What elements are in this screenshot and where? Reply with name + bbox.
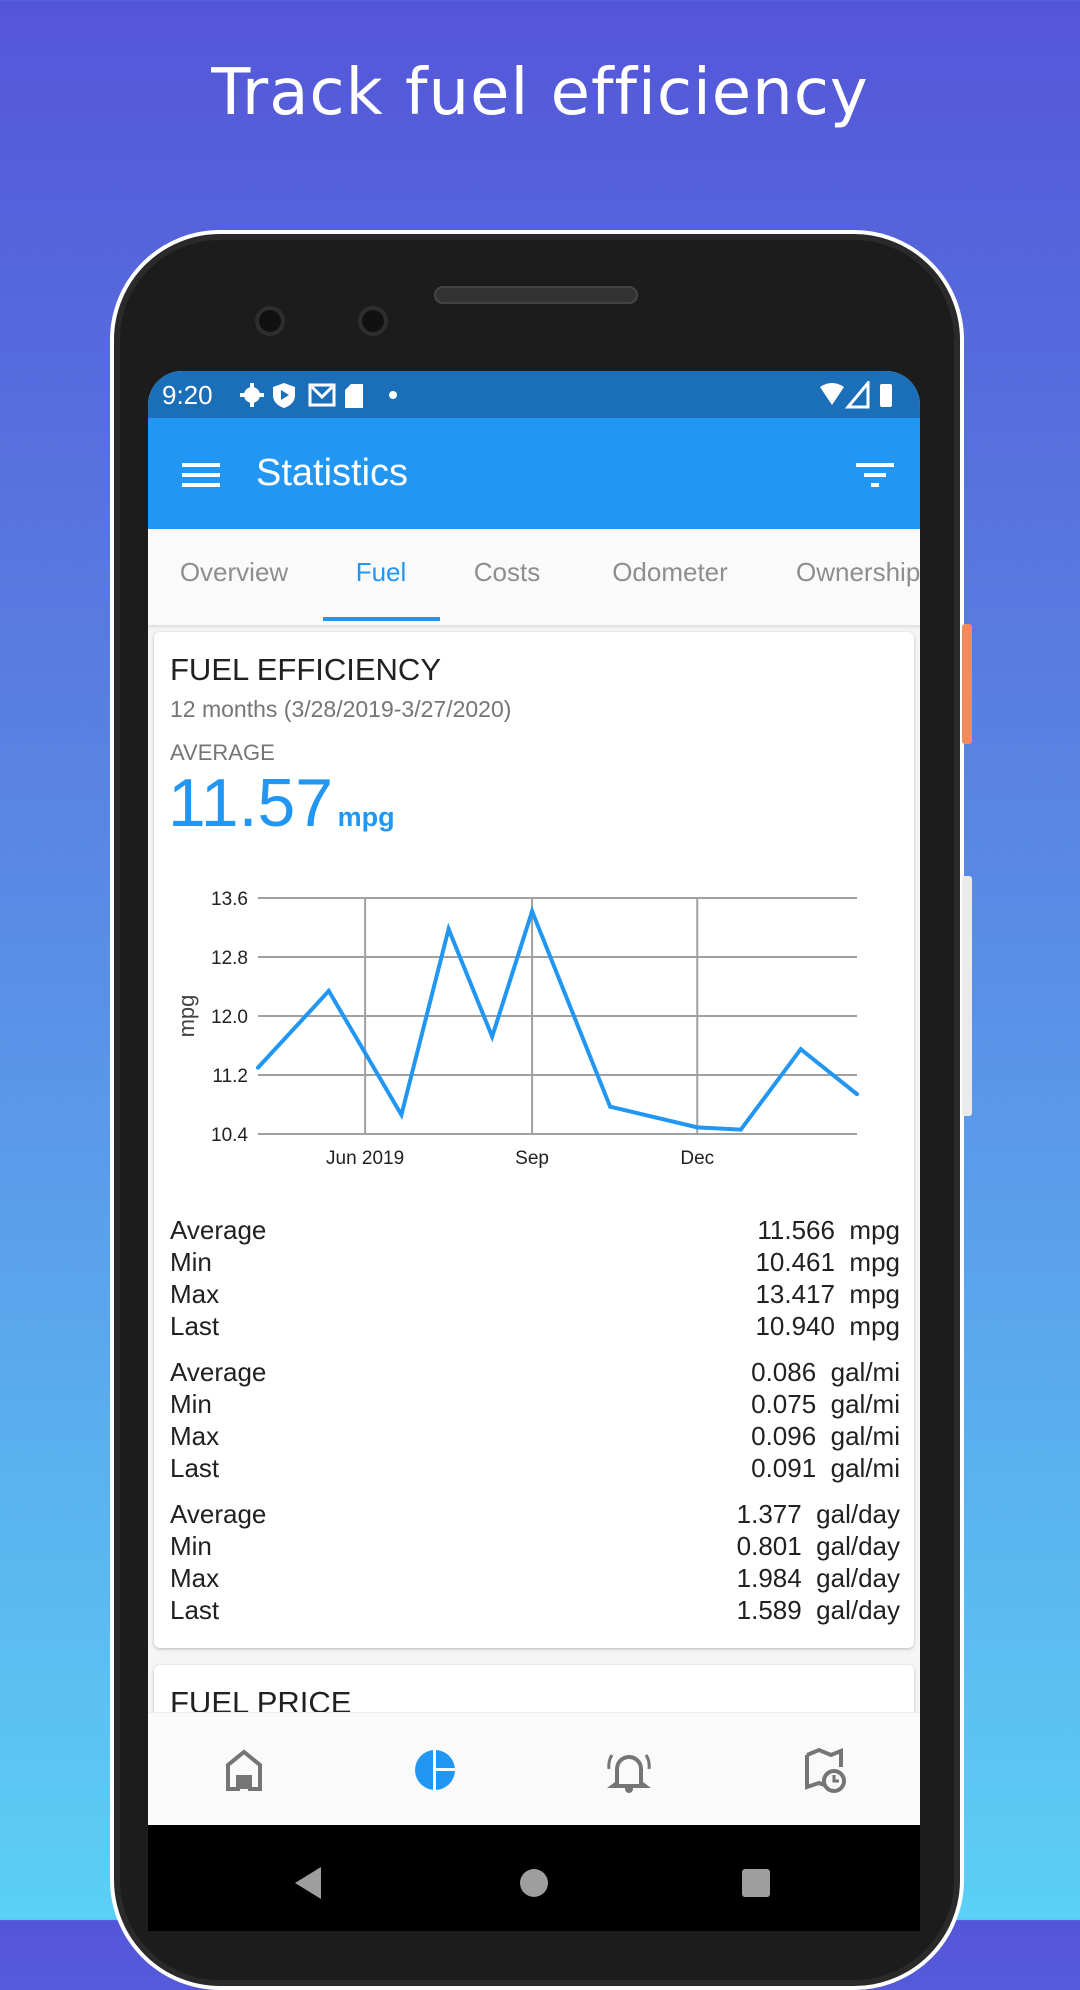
data-point: [326, 988, 331, 993]
data-point: [695, 1125, 700, 1130]
headline: Track fuel efficiency: [211, 56, 869, 130]
tab-fuel[interactable]: Fuel: [356, 557, 407, 588]
stat-row: Max 1.984 gal/day: [170, 1563, 900, 1595]
stat-label: Last: [170, 1453, 220, 1483]
stat-label: Min: [170, 1247, 212, 1277]
stat-row: Min 10.461 mpg: [170, 1247, 900, 1279]
stat-row: Max 0.096 gal/mi: [170, 1421, 900, 1453]
x-tick-label: Dec: [680, 1148, 714, 1169]
stat-row: Max 13.417 mpg: [170, 1279, 900, 1311]
stat-value: 11.566 mpg: [757, 1215, 900, 1245]
stat-label: Max: [170, 1279, 220, 1309]
stat-row: Average 11.566 mpg: [170, 1215, 900, 1247]
data-point: [798, 1047, 803, 1052]
sd-card-icon: [345, 384, 363, 408]
data-point: [256, 1065, 260, 1070]
x-tick-label: Sep: [515, 1148, 549, 1169]
data-point: [530, 909, 535, 914]
data-point: [399, 1112, 404, 1117]
tab-indicator: [323, 617, 440, 621]
phone-camera: [255, 306, 285, 336]
status-time: 9:20: [162, 380, 213, 410]
fuel-efficiency-card: FUEL EFFICIENCY 12 months (3/28/2019-3/2…: [154, 632, 914, 1648]
stat-value: 0.801 gal/day: [736, 1531, 900, 1561]
bottom-nav: [148, 1712, 920, 1825]
mpg-series-line: [256, 905, 859, 1132]
stat-value: 0.086 gal/mi: [751, 1357, 900, 1387]
stat-label: Last: [170, 1595, 220, 1625]
stat-label: Average: [170, 1499, 267, 1529]
stat-row: Average 0.086 gal/mi: [170, 1357, 900, 1389]
status-system-icons: [820, 381, 892, 409]
stat-value: 10.940 mpg: [755, 1311, 900, 1341]
y-tick-label: 10.4: [211, 1125, 248, 1146]
tab-bar: Overview Fuel Costs Odometer Ownership: [148, 529, 920, 625]
stat-row: Last 1.589 gal/day: [170, 1595, 900, 1627]
tab-odometer[interactable]: Odometer: [612, 557, 728, 588]
y-tick-label: 11.2: [212, 1066, 248, 1087]
stat-value: 1.377 gal/day: [736, 1499, 900, 1529]
data-point: [490, 1034, 495, 1039]
status-bar: 9:20: [148, 371, 920, 418]
data-point: [738, 1127, 743, 1132]
stat-value: 1.984 gal/day: [736, 1563, 900, 1593]
recents-button[interactable]: [742, 1869, 770, 1897]
stat-value: 0.075 gal/mi: [751, 1389, 900, 1419]
bell-ring-icon[interactable]: [606, 1747, 652, 1793]
phone-camera: [358, 306, 388, 336]
gear-icon: [240, 383, 264, 407]
home-button[interactable]: [520, 1869, 548, 1897]
stat-row: Min 0.075 gal/mi: [170, 1389, 900, 1421]
tab-overview[interactable]: Overview: [180, 557, 288, 588]
battery-icon: [880, 384, 892, 407]
hamburger-icon[interactable]: [182, 461, 220, 489]
y-tick-label: 13.6: [211, 889, 248, 910]
page-title: Statistics: [256, 452, 409, 494]
home-icon[interactable]: [224, 1749, 264, 1791]
data-point: [446, 926, 451, 931]
filter-icon[interactable]: [856, 461, 894, 489]
x-tick-label: Jun 2019: [326, 1148, 404, 1169]
stat-label: Last: [170, 1311, 220, 1341]
pie-chart-icon[interactable]: [414, 1749, 456, 1791]
stat-label: Average: [170, 1357, 267, 1387]
app-bar: Statistics: [148, 418, 920, 529]
map-clock-icon[interactable]: [804, 1747, 848, 1793]
stat-row: Last 10.940 mpg: [170, 1311, 900, 1343]
phone-speaker: [434, 286, 638, 304]
stat-value: 1.589 gal/day: [736, 1595, 900, 1625]
back-icon[interactable]: [293, 1865, 323, 1901]
y-tick-label: 12.8: [211, 948, 248, 969]
stat-label: Average: [170, 1215, 267, 1245]
tab-ownership[interactable]: Ownership: [796, 557, 920, 588]
y-axis-label: mpg: [174, 995, 199, 1038]
phone-side-button: [962, 876, 972, 1116]
stat-value: 13.417 mpg: [755, 1279, 900, 1309]
stat-row: Min 0.801 gal/day: [170, 1531, 900, 1563]
stat-label: Min: [170, 1531, 212, 1561]
stat-row: Average 1.377 gal/day: [170, 1499, 900, 1531]
signal-icon: [844, 381, 870, 409]
stat-label: Max: [170, 1563, 220, 1593]
stat-value: 10.461 mpg: [755, 1247, 900, 1277]
y-tick-label: 12.0: [211, 1007, 248, 1028]
system-nav-bar: [148, 1825, 920, 1931]
phone-side-button: [962, 624, 972, 744]
tab-costs[interactable]: Costs: [474, 557, 540, 588]
status-notification-icons: [240, 383, 397, 408]
stat-value: 0.096 gal/mi: [751, 1421, 900, 1451]
fuel-efficiency-chart: 10.4 11.2 12.0 12.8 13.6 Jun 2019 Sep Dec mpg: [174, 889, 859, 1169]
wifi-icon: [820, 383, 844, 405]
mail-icon: [308, 383, 336, 407]
data-point: [855, 1092, 859, 1097]
data-point: [608, 1104, 613, 1109]
stat-label: Min: [170, 1389, 212, 1419]
stat-value: 0.091 gal/mi: [751, 1453, 900, 1483]
screen: 9:20 Statistics Overview Fuel Costs Odom…: [148, 371, 920, 1931]
stat-row: Last 0.091 gal/mi: [170, 1453, 900, 1485]
stat-label: Max: [170, 1421, 220, 1451]
dot-icon: [389, 391, 397, 399]
